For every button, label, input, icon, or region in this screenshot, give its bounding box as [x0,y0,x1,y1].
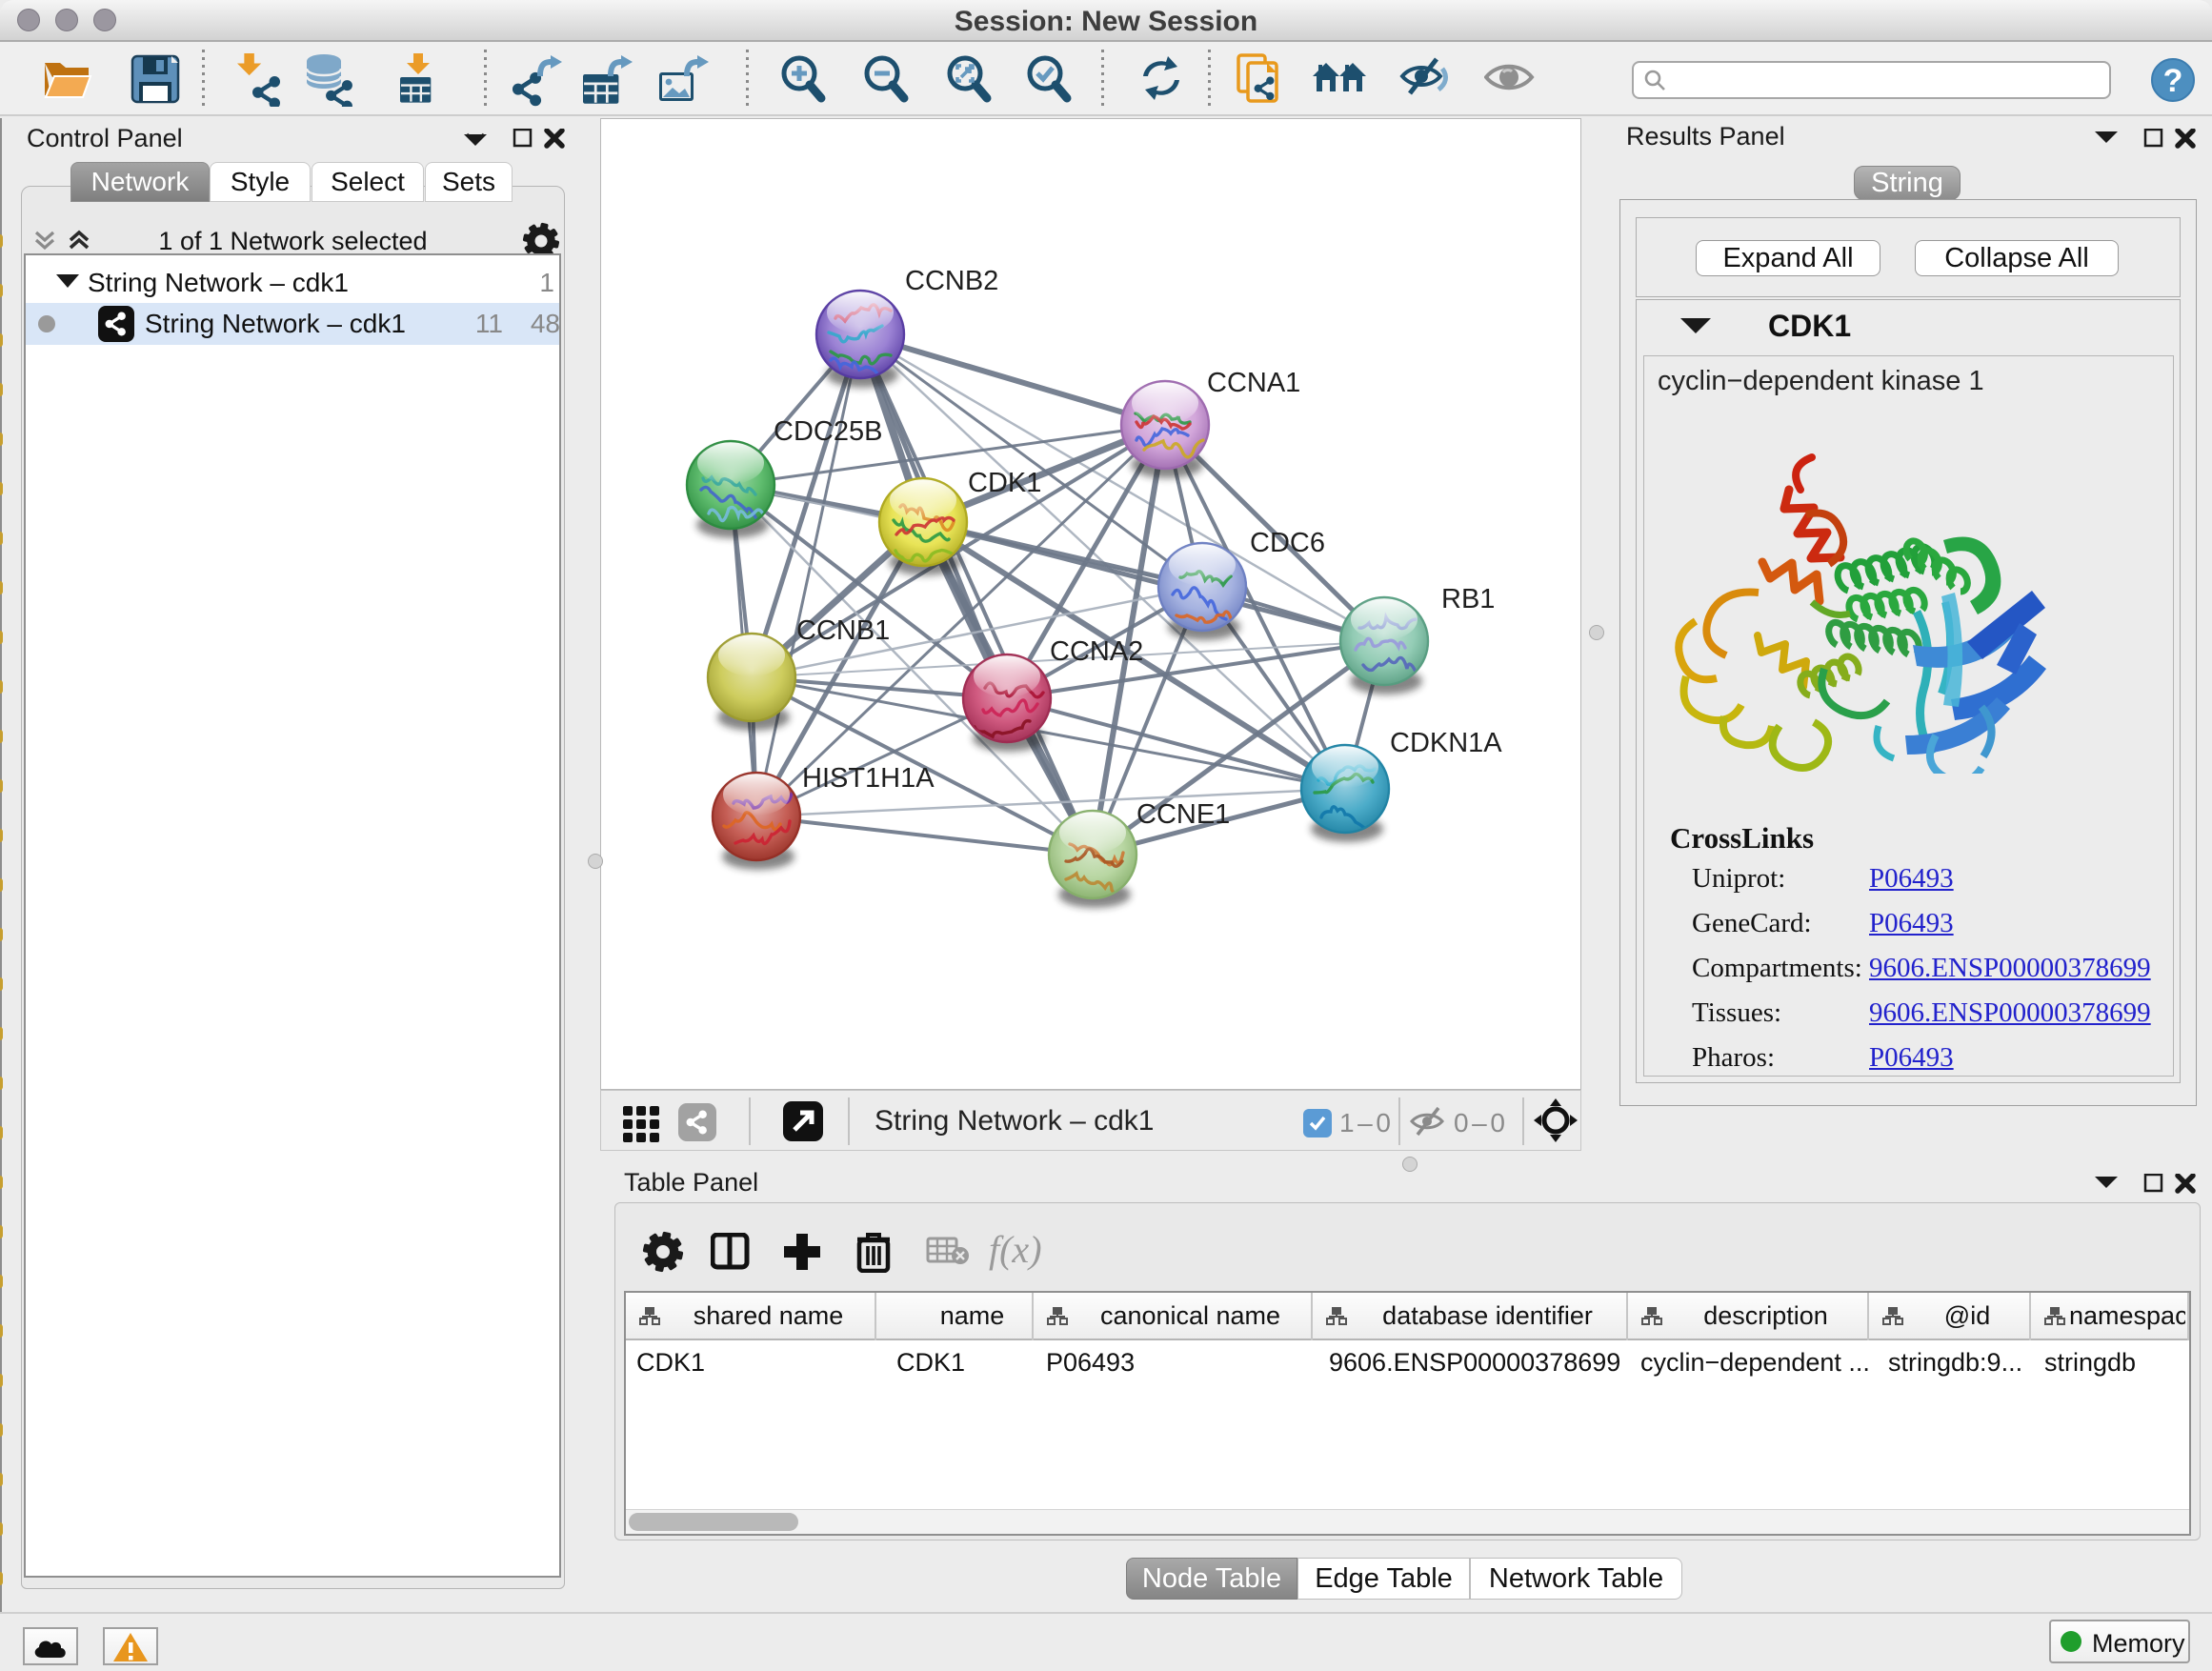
svg-text:CDK1: CDK1 [968,468,1041,498]
svg-text:CDC6: CDC6 [1250,528,1325,558]
svg-text:CCNB2: CCNB2 [905,266,998,296]
svg-text:RB1: RB1 [1441,584,1495,614]
svg-text:CCNA1: CCNA1 [1207,368,1300,398]
svg-text:CCNE1: CCNE1 [1136,799,1230,830]
svg-text:CCNB1: CCNB1 [796,615,890,646]
svg-text:HIST1H1A: HIST1H1A [802,763,935,794]
svg-text:CDC25B: CDC25B [774,416,882,447]
svg-text:CDKN1A: CDKN1A [1390,728,1502,758]
svg-text:CCNA2: CCNA2 [1050,636,1143,667]
